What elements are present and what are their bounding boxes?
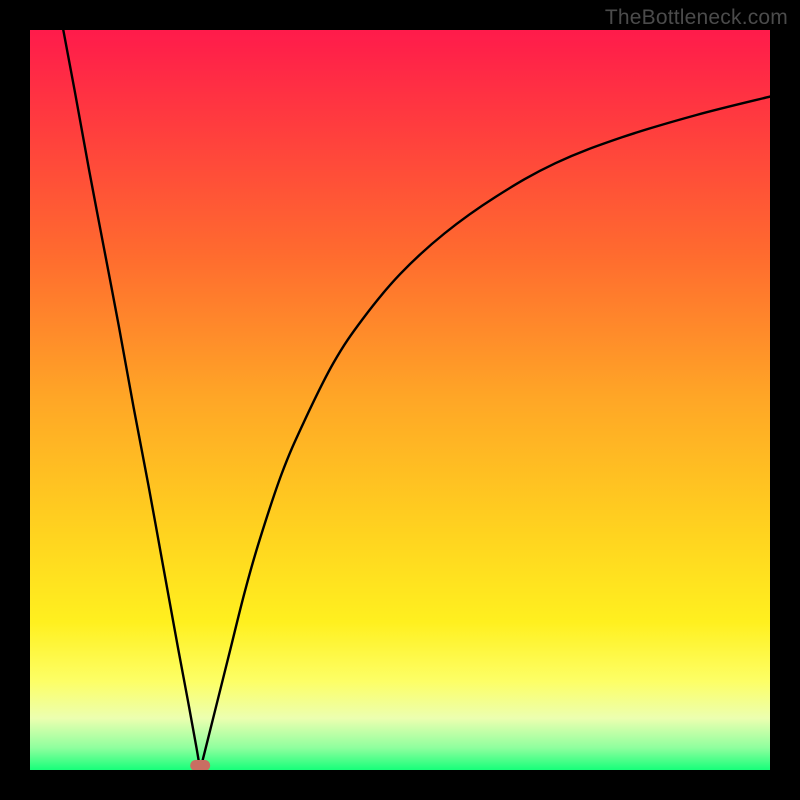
- watermark-text: TheBottleneck.com: [605, 6, 788, 30]
- minimum-marker: [190, 760, 210, 770]
- plot-area: [30, 30, 770, 770]
- chart-frame: TheBottleneck.com: [0, 0, 800, 800]
- gradient-background: [30, 30, 770, 770]
- chart-svg: [30, 30, 770, 770]
